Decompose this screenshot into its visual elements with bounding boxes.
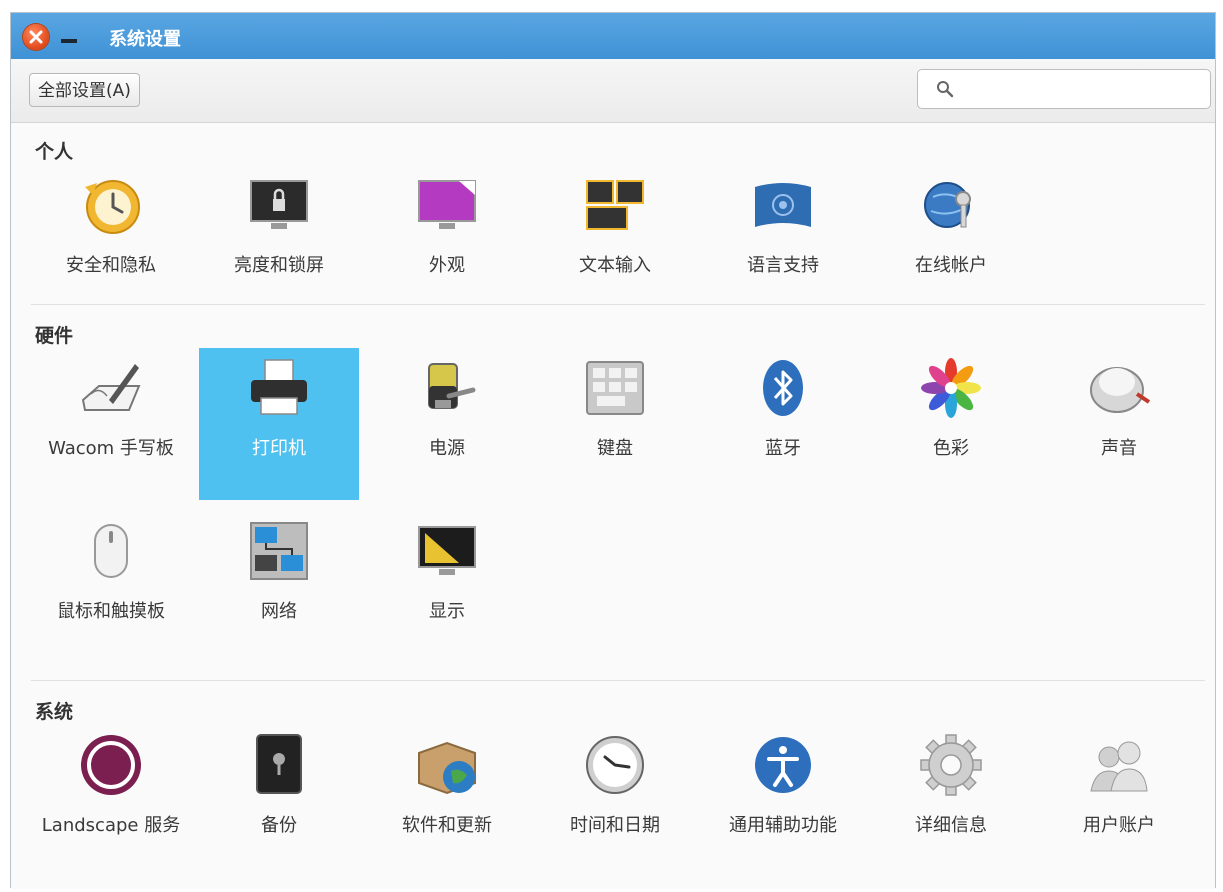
item-time-date[interactable]: 时间和日期	[535, 725, 695, 877]
item-text-input[interactable]: 文本输入	[535, 165, 695, 317]
item-label: 用户账户	[1083, 815, 1155, 836]
item-details[interactable]: 详细信息	[871, 725, 1031, 877]
section-divider	[31, 680, 1205, 681]
sound-knob-icon	[1090, 367, 1151, 413]
text-input-icon	[586, 180, 644, 230]
item-label: 软件和更新	[402, 815, 492, 836]
item-label: 语言支持	[747, 255, 819, 276]
backup-safe-icon	[256, 734, 302, 794]
item-label: Landscape 服务	[41, 815, 181, 836]
item-label: 文本输入	[579, 255, 651, 276]
network-icon	[250, 522, 308, 580]
keyboard-icon	[586, 361, 644, 415]
settings-content: 个人 安全和隐私 亮度和锁屏 外观 文本输入 语言支持 在线帐户 硬件 Waco…	[11, 123, 1215, 889]
mouse-icon	[94, 524, 128, 578]
battery-plug-icon	[428, 363, 476, 409]
item-sound[interactable]: 声音	[1039, 348, 1199, 500]
item-label: 鼠标和触摸板	[57, 601, 165, 622]
item-label: 键盘	[597, 438, 633, 459]
display-icon	[418, 526, 476, 575]
item-accessibility[interactable]: 通用辅助功能	[703, 725, 863, 877]
item-label: Wacom 手写板	[48, 438, 174, 459]
item-label: 通用辅助功能	[729, 815, 837, 836]
landscape-icon	[81, 735, 141, 795]
item-label: 时间和日期	[570, 815, 660, 836]
item-label: 亮度和锁屏	[234, 255, 324, 276]
search-icon	[937, 81, 954, 98]
item-software-updates[interactable]: 软件和更新	[367, 725, 527, 877]
clock-icon	[586, 736, 644, 794]
section-title-personal: 个人	[35, 141, 74, 163]
item-label: 电源	[429, 438, 465, 459]
item-label: 蓝牙	[765, 438, 801, 459]
security-clock-icon	[85, 180, 140, 234]
language-flag-icon	[755, 183, 811, 227]
section-divider	[31, 304, 1205, 305]
settings-window: 系统设置 全部设置(A) 个人 安全和隐私 亮度和锁屏 外观 文本输入 语言支持…	[10, 12, 1216, 889]
wacom-tablet-icon	[81, 364, 141, 411]
item-printer[interactable]: 打印机	[199, 348, 359, 500]
item-label: 声音	[1101, 438, 1137, 459]
item-power[interactable]: 电源	[367, 348, 527, 500]
item-landscape[interactable]: Landscape 服务	[31, 725, 191, 877]
online-accounts-icon	[924, 182, 971, 228]
item-label: 色彩	[933, 438, 969, 459]
accessibility-icon	[755, 737, 811, 793]
close-icon	[29, 30, 43, 44]
minimize-button[interactable]	[61, 39, 77, 43]
item-label: 在线帐户	[915, 255, 987, 276]
close-button[interactable]	[23, 24, 49, 50]
item-keyboard[interactable]: 键盘	[535, 348, 695, 500]
item-label: 备份	[261, 815, 297, 836]
section-title-system: 系统	[35, 701, 74, 723]
gear-icon	[920, 734, 982, 796]
search-input[interactable]	[964, 76, 1204, 104]
color-flower-icon	[921, 358, 981, 418]
item-color[interactable]: 色彩	[871, 348, 1031, 500]
item-label: 安全和隐私	[66, 255, 156, 276]
window-title: 系统设置	[109, 29, 181, 50]
toolbar: 全部设置(A)	[11, 59, 1215, 123]
section-title-hardware: 硬件	[35, 325, 74, 347]
item-wacom-tablet[interactable]: Wacom 手写板	[31, 348, 191, 500]
user-accounts-icon	[1090, 741, 1148, 792]
item-security-privacy[interactable]: 安全和隐私	[31, 165, 191, 317]
item-mouse-touchpad[interactable]: 鼠标和触摸板	[31, 511, 191, 663]
appearance-icon	[418, 180, 476, 229]
item-online-accounts[interactable]: 在线帐户	[871, 165, 1031, 317]
lock-screen-icon	[250, 180, 308, 229]
item-user-accounts[interactable]: 用户账户	[1039, 725, 1199, 877]
title-bar[interactable]: 系统设置	[11, 13, 1215, 59]
item-network[interactable]: 网络	[199, 511, 359, 663]
item-display[interactable]: 显示	[367, 511, 527, 663]
item-bluetooth[interactable]: 蓝牙	[703, 348, 863, 500]
item-label: 显示	[429, 601, 465, 622]
item-language-support[interactable]: 语言支持	[703, 165, 863, 317]
item-label: 外观	[429, 255, 465, 276]
software-updates-icon	[418, 741, 476, 795]
item-appearance[interactable]: 外观	[367, 165, 527, 317]
bluetooth-icon	[763, 360, 803, 416]
search-box[interactable]	[917, 69, 1211, 109]
printer-icon	[251, 359, 307, 415]
item-label: 网络	[261, 601, 297, 622]
all-settings-button[interactable]: 全部设置(A)	[29, 73, 140, 107]
item-label: 打印机	[252, 438, 306, 459]
item-label: 详细信息	[915, 815, 987, 836]
item-backup[interactable]: 备份	[199, 725, 359, 877]
item-brightness-lock[interactable]: 亮度和锁屏	[199, 165, 359, 317]
